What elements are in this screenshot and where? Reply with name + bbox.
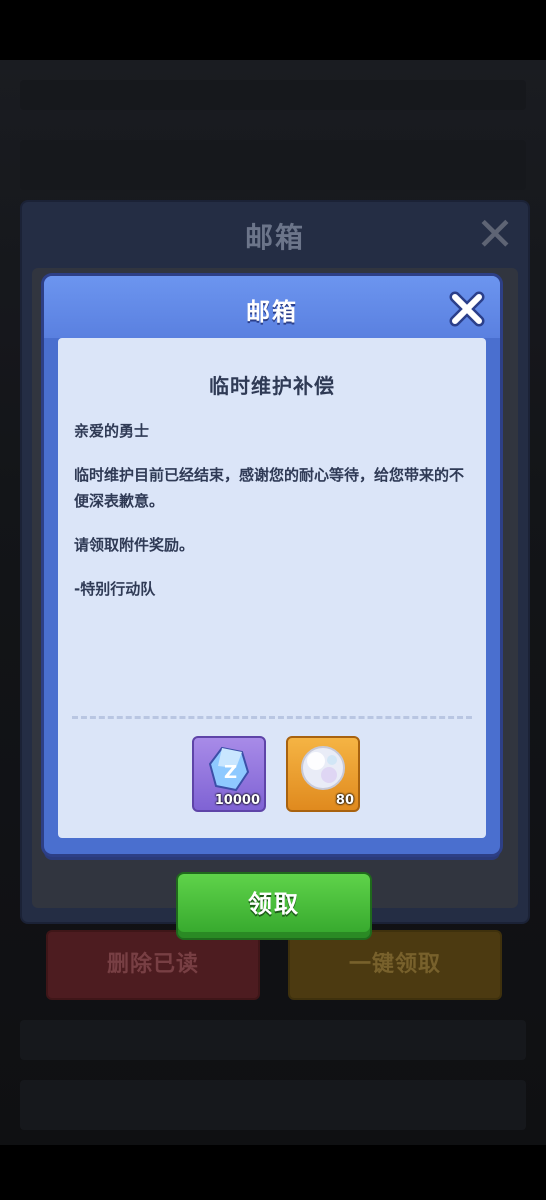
reward-item[interactable]: 80 — [286, 736, 360, 812]
mail-dialog: 邮箱 临时维护补偿 亲爱的勇士 临时维护目前已经结束，感谢您的耐心等待，给您带来… — [44, 276, 500, 854]
purple-crystal-icon: Z — [208, 746, 250, 792]
claim-button[interactable]: 领取 — [176, 872, 372, 940]
mail-paragraph: 请领取附件奖励。 — [74, 536, 195, 554]
dialog-title: 邮箱 — [246, 298, 298, 326]
attachment-divider — [72, 716, 472, 719]
mail-body: 亲爱的勇士 临时维护目前已经结束，感谢您的耐心等待，给您带来的不便深表歉意。 请… — [74, 418, 470, 620]
dialog-header: 邮箱 — [44, 276, 500, 338]
pearl-orb-icon — [301, 746, 345, 790]
mail-greeting: 亲爱的勇士 — [74, 422, 150, 440]
attachment-rewards: Z 10000 80 — [192, 736, 360, 812]
reward-quantity: 80 — [335, 793, 354, 808]
svg-text:Z: Z — [224, 762, 237, 783]
mail-subject: 临时维护补偿 — [209, 374, 335, 398]
reward-quantity: 10000 — [214, 793, 260, 808]
mail-content-panel: 临时维护补偿 亲爱的勇士 临时维护目前已经结束，感谢您的耐心等待，给您带来的不便… — [58, 338, 486, 838]
close-icon[interactable] — [446, 288, 488, 330]
mail-paragraph: 临时维护目前已经结束，感谢您的耐心等待，给您带来的不便深表歉意。 — [74, 466, 465, 510]
reward-item[interactable]: Z 10000 — [192, 736, 266, 812]
mail-signature: -特别行动队 — [74, 580, 156, 598]
